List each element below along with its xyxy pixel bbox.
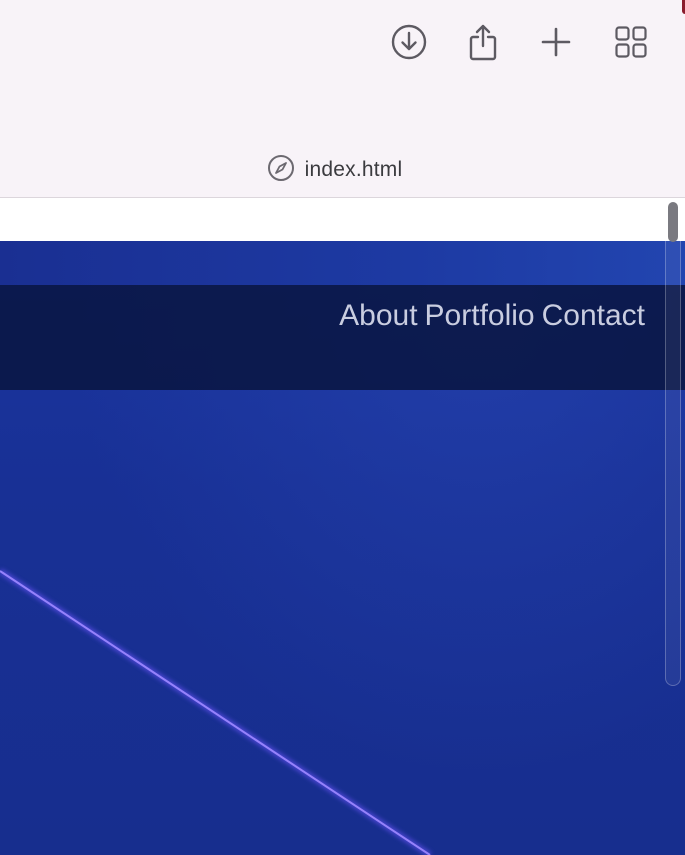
share-button[interactable]: [463, 22, 503, 62]
nav-links: About Portfolio Contact: [339, 299, 645, 333]
browser-toolbar: index.html: [0, 0, 685, 198]
address-bar[interactable]: index.html: [0, 150, 685, 190]
compass-icon: [267, 154, 295, 187]
download-button[interactable]: [389, 22, 429, 62]
site-navbar: About Portfolio Contact: [0, 285, 685, 390]
nav-link-portfolio[interactable]: Portfolio: [425, 299, 535, 333]
plus-icon: [540, 26, 572, 58]
page-top-strip: [0, 198, 685, 241]
tab-grid-icon: [614, 25, 648, 59]
vertical-scrollbar[interactable]: [665, 200, 681, 686]
share-icon: [466, 23, 500, 61]
hero-section: About Portfolio Contact: [0, 241, 685, 855]
nav-link-contact[interactable]: Contact: [542, 299, 645, 333]
address-text: index.html: [304, 158, 403, 181]
page-viewport[interactable]: About Portfolio Contact: [0, 198, 685, 855]
new-tab-button[interactable]: [536, 22, 576, 62]
download-icon: [391, 24, 427, 60]
nav-link-about[interactable]: About: [339, 299, 417, 333]
scrollbar-thumb[interactable]: [668, 202, 678, 242]
tab-overview-button[interactable]: [611, 22, 651, 62]
